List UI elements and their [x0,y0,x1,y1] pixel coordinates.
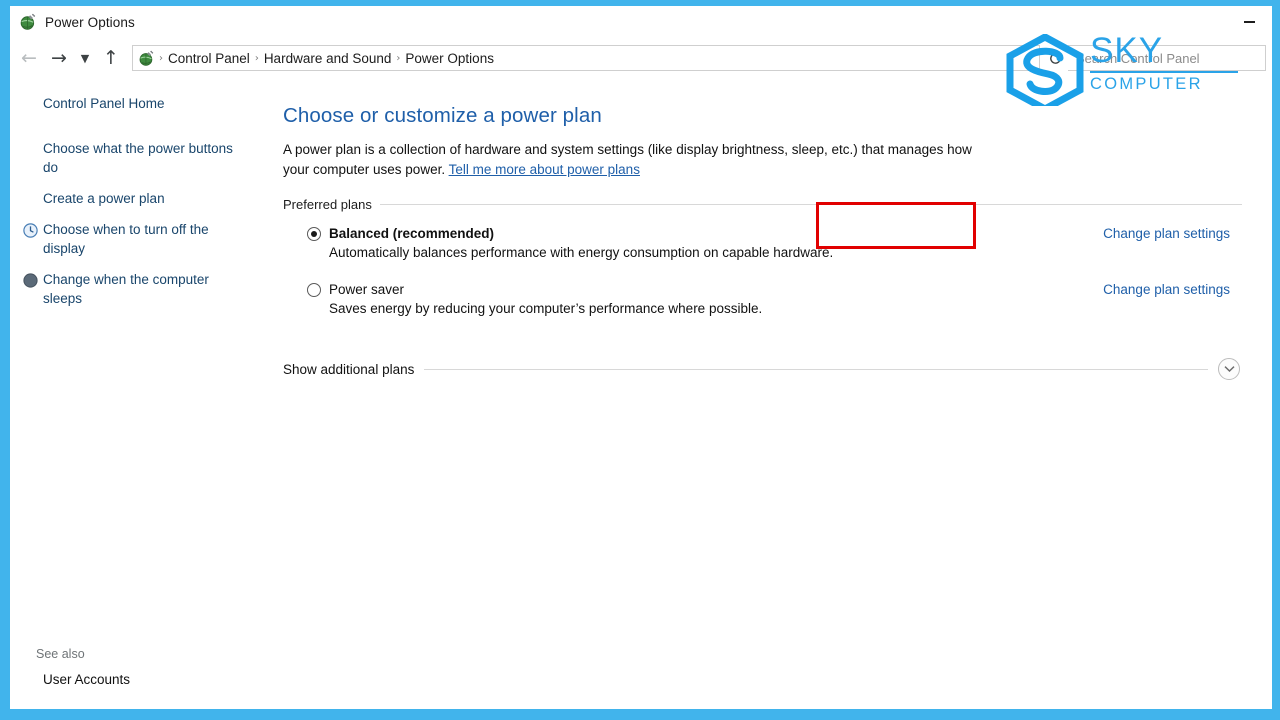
show-additional-plans-label: Show additional plans [283,361,415,377]
plan-balanced: Balanced (recommended) Change plan setti… [283,202,1242,260]
sidebar-item-label: Control Panel Home [43,96,165,111]
plan-name: Power saver [329,282,405,297]
sidebar-item-label: User Accounts [43,672,131,687]
sidebar: Control Panel Home Choose what the power… [10,78,274,709]
sidebar-item-label: Create a power plan [43,191,165,206]
minimize-button[interactable] [1226,6,1272,38]
show-additional-plans-row[interactable]: Show additional plans [283,358,1242,380]
change-plan-settings-balanced-link[interactable]: Change plan settings [1103,226,1242,241]
sidebar-item-label: Change when the computer sleeps [43,272,209,306]
blank-icon [22,96,39,113]
power-plug-globe-icon [19,13,37,31]
sidebar-item-user-accounts[interactable]: User Accounts [22,670,262,689]
change-plan-settings-power-saver-link[interactable]: Change plan settings [1103,282,1242,297]
sidebar-item-label: Choose what the power buttons do [43,141,233,175]
main-content: Choose or customize a power plan A power… [274,78,1272,709]
search-placeholder: Search Control Panel [1076,50,1200,66]
clock-icon [22,222,39,239]
chevron-down-icon: ▼ [80,51,90,65]
up-button[interactable]: ↑ [96,43,126,73]
minimize-icon [1243,21,1255,23]
sidebar-item-create-power-plan[interactable]: Create a power plan [10,189,274,208]
blank-icon [22,191,39,208]
recent-locations-button[interactable]: ▼ [74,43,96,73]
power-plug-globe-icon [138,50,155,67]
show-additional-plans-button[interactable] [1218,358,1240,380]
group-legend-row: Preferred plans [283,196,1242,212]
plan-name: Balanced (recommended) [329,226,495,241]
tell-me-more-link[interactable]: Tell me more about power plans [449,162,640,177]
refresh-icon [1049,51,1061,64]
breadcrumb-control-panel[interactable]: Control Panel [164,51,254,66]
title-bar: Power Options [10,6,1272,38]
moon-sleep-icon [22,272,39,289]
blank-icon [22,672,39,689]
forward-button[interactable]: → [44,43,74,73]
see-also-section: See also User Accounts [10,647,274,709]
radio-power-saver[interactable] [307,282,321,297]
blank-icon [22,141,39,158]
chevron-down-icon [1223,366,1235,373]
plan-description: Saves energy by reducing your computer’s… [329,301,763,316]
caption-button-group [1226,6,1272,38]
intro-paragraph: A power plan is a collection of hardware… [283,140,989,180]
forward-arrow-icon: → [51,46,67,69]
additional-plans-divider [424,368,1208,370]
address-bar[interactable]: › Control Panel › Hardware and Sound › P… [132,45,1040,71]
plan-power-saver: Power saver Change plan settings Saves e… [283,282,1242,316]
plan-description: Automatically balances performance with … [329,245,834,260]
breadcrumb-hardware-and-sound[interactable]: Hardware and Sound [260,51,396,66]
desktop-background: Power Options ← → ▼ ↑ › Control Panel › … [0,0,1280,720]
plan-row[interactable]: Balanced (recommended) Change plan setti… [283,226,1242,241]
window-body: Control Panel Home Choose what the power… [10,78,1272,709]
refresh-button[interactable] [1042,45,1068,71]
navigation-bar: ← → ▼ ↑ › Control Panel › Hardware and S… [10,38,1272,78]
up-arrow-icon: ↑ [103,46,119,69]
window-title: Power Options [45,14,135,30]
breadcrumb-power-options[interactable]: Power Options [401,51,498,66]
preferred-plans-group: Preferred plans Balanced (recommended) C… [283,196,1242,316]
back-button[interactable]: ← [14,43,44,73]
group-divider [379,203,1242,205]
sidebar-item-control-panel-home[interactable]: Control Panel Home [10,94,274,113]
back-arrow-icon: ← [21,46,37,69]
plan-row[interactable]: Power saver Change plan settings [283,282,1242,297]
sidebar-item-label: Choose when to turn off the display [43,222,209,256]
sidebar-item-power-buttons[interactable]: Choose what the power buttons do [10,139,274,177]
radio-balanced[interactable] [307,226,321,241]
page-title: Choose or customize a power plan [283,104,602,127]
sidebar-item-turn-off-display[interactable]: Choose when to turn off the display [10,220,274,258]
search-input[interactable]: Search Control Panel [1068,45,1266,71]
see-also-label: See also [36,647,85,661]
sidebar-item-computer-sleeps[interactable]: Change when the computer sleeps [10,270,274,308]
power-options-window: Power Options ← → ▼ ↑ › Control Panel › … [10,6,1272,709]
group-legend: Preferred plans [283,196,372,212]
